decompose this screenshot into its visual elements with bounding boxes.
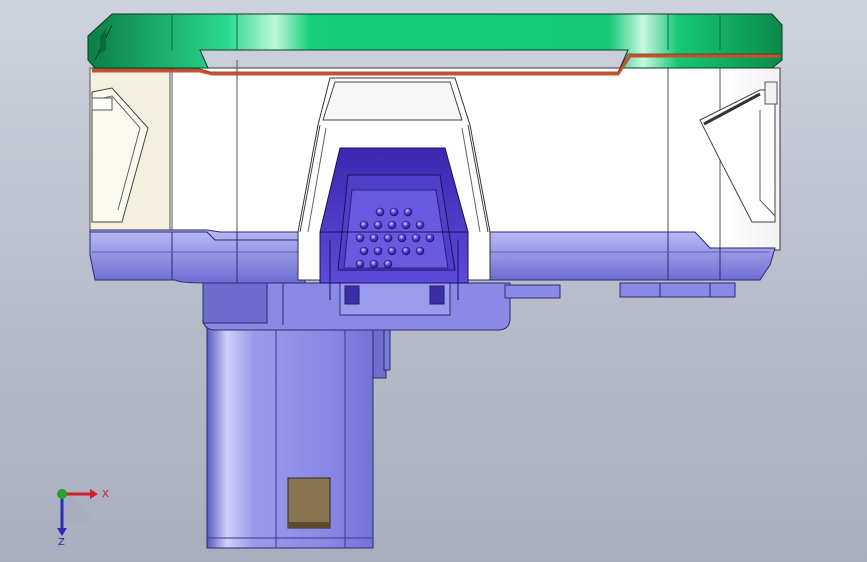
socket-pin <box>355 259 365 269</box>
socket-pin <box>375 207 385 217</box>
socket-pin <box>397 233 407 243</box>
socket-pin <box>359 220 369 230</box>
label-pad <box>287 477 331 529</box>
socket-pin <box>369 233 379 243</box>
z-axis-label: Z <box>58 537 65 548</box>
socket-pin <box>415 220 425 230</box>
battery-pack-model[interactable] <box>0 0 867 562</box>
coordinate-triad: X Z <box>57 489 109 548</box>
x-axis-label: X <box>102 489 109 500</box>
socket-pin <box>411 233 421 243</box>
top-cover[interactable] <box>87 13 783 69</box>
socket-pin <box>389 207 399 217</box>
socket-pin <box>369 259 379 269</box>
y-axis-dot <box>57 489 67 499</box>
socket-pin <box>403 207 413 217</box>
socket-pin <box>401 246 411 256</box>
socket-pin <box>425 233 435 243</box>
socket-pin <box>373 246 383 256</box>
connector-socket[interactable] <box>319 147 469 300</box>
side-grip-left <box>89 67 171 249</box>
socket-pin <box>387 220 397 230</box>
handle-column[interactable] <box>206 317 391 549</box>
socket-pin <box>401 220 411 230</box>
base-block[interactable] <box>202 282 736 331</box>
socket-pin <box>383 259 393 269</box>
socket-pin <box>383 233 393 243</box>
socket-pin <box>355 233 365 243</box>
socket-pin <box>359 246 369 256</box>
socket-pin <box>373 220 383 230</box>
socket-pin <box>415 246 425 256</box>
socket-pin <box>387 246 397 256</box>
cad-viewport[interactable]: X Z <box>0 0 867 562</box>
